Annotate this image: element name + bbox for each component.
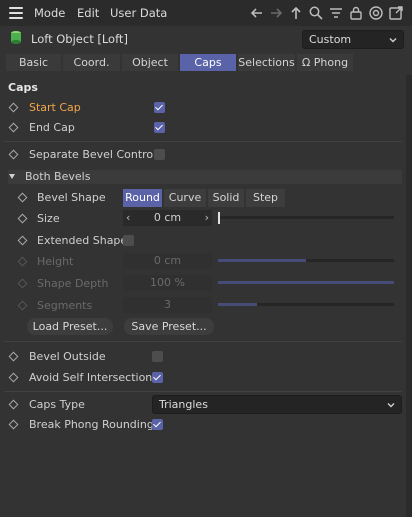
break-phong-checkbox[interactable]: [152, 419, 163, 430]
start-cap-checkbox[interactable]: [154, 102, 165, 113]
forward-arrow-icon[interactable]: [268, 5, 284, 21]
bevel-shape-step[interactable]: Step: [246, 189, 285, 207]
size-value: 0 cm: [153, 211, 182, 224]
end-cap-checkbox[interactable]: [154, 122, 165, 133]
menu-edit[interactable]: Edit: [77, 6, 99, 20]
shape-depth-label: Shape Depth: [37, 277, 109, 290]
collapse-triangle-icon[interactable]: [9, 174, 15, 179]
phong-omega-icon: Ω: [301, 56, 311, 69]
height-label: Height: [37, 255, 74, 268]
height-slider-fill: [218, 259, 306, 262]
filter-icon[interactable]: [328, 5, 344, 21]
menu-mode[interactable]: Mode: [34, 6, 65, 20]
shape-depth-slider-fill: [218, 281, 394, 284]
bevel-outside-checkbox[interactable]: [152, 351, 163, 362]
separate-bevel-label: Separate Bevel Controls: [29, 148, 162, 161]
bevel-shape-label: Bevel Shape: [37, 191, 106, 204]
mode-dropdown-value: Custom: [309, 33, 352, 46]
caps-type-label: Caps Type: [29, 398, 85, 411]
extended-shape-label: Extended Shape: [37, 234, 128, 247]
avoid-self-intersections-checkbox[interactable]: [152, 372, 163, 383]
size-label: Size: [37, 212, 60, 225]
chevron-down-icon: [387, 403, 395, 408]
chevron-down-icon: [389, 38, 397, 43]
object-title: Loft Object [Loft]: [31, 32, 128, 46]
back-arrow-icon[interactable]: [249, 5, 265, 21]
segments-slider-fill: [218, 303, 257, 306]
search-icon[interactable]: [308, 5, 324, 21]
size-slider-track[interactable]: [218, 216, 394, 219]
separate-bevel-checkbox[interactable]: [154, 149, 165, 160]
end-cap-label: End Cap: [29, 121, 75, 134]
segments-field: 3: [123, 297, 212, 313]
mode-dropdown[interactable]: Custom: [302, 30, 404, 49]
menu-user-data[interactable]: User Data: [110, 6, 167, 20]
tab-object[interactable]: Object: [122, 54, 178, 71]
size-slider-handle[interactable]: [218, 212, 220, 224]
bevel-outside-label: Bevel Outside: [29, 350, 106, 363]
target-icon[interactable]: [368, 5, 384, 21]
load-preset-button[interactable]: Load Preset...: [27, 318, 113, 335]
both-bevels-title: Both Bevels: [25, 170, 91, 183]
bevel-shape-curve[interactable]: Curve: [164, 189, 206, 207]
shape-depth-field: 100 %: [123, 275, 212, 291]
tab-selections[interactable]: Selections: [238, 54, 295, 71]
start-cap-label: Start Cap: [29, 101, 81, 114]
bevel-shape-round[interactable]: Round: [123, 189, 162, 207]
lock-icon[interactable]: [348, 5, 364, 21]
divider: [4, 141, 402, 142]
open-new-window-icon[interactable]: [388, 5, 404, 21]
bevel-shape-solid[interactable]: Solid: [208, 189, 244, 207]
save-preset-button[interactable]: Save Preset...: [124, 318, 214, 335]
size-field[interactable]: ‹ 0 cm ›: [123, 210, 212, 226]
break-phong-label: Break Phong Rounding: [29, 418, 154, 431]
menu-bar: Mode Edit User Data: [0, 0, 412, 26]
increment-arrow-icon[interactable]: ›: [205, 210, 209, 226]
caps-type-value: Triangles: [159, 398, 208, 411]
hamburger-menu-icon[interactable]: [9, 7, 23, 19]
caps-type-dropdown[interactable]: Triangles: [152, 395, 402, 414]
avoid-self-intersections-label: Avoid Self Intersections: [29, 371, 158, 384]
up-arrow-icon[interactable]: [288, 5, 304, 21]
segments-label: Segments: [37, 299, 93, 312]
height-field: 0 cm: [123, 253, 212, 269]
tab-caps[interactable]: Caps: [180, 54, 236, 71]
decrement-arrow-icon[interactable]: ‹: [126, 210, 130, 226]
divider: [4, 341, 402, 342]
tab-basic[interactable]: Basic: [6, 54, 61, 71]
tab-coord[interactable]: Coord.: [63, 54, 120, 71]
section-title: Caps: [8, 81, 38, 94]
divider: [4, 391, 402, 392]
loft-object-icon: [11, 31, 21, 44]
tab-phong[interactable]: Ω Phong: [297, 54, 353, 71]
extended-shape-checkbox[interactable]: [123, 235, 134, 246]
scrollbar[interactable]: [406, 75, 412, 517]
